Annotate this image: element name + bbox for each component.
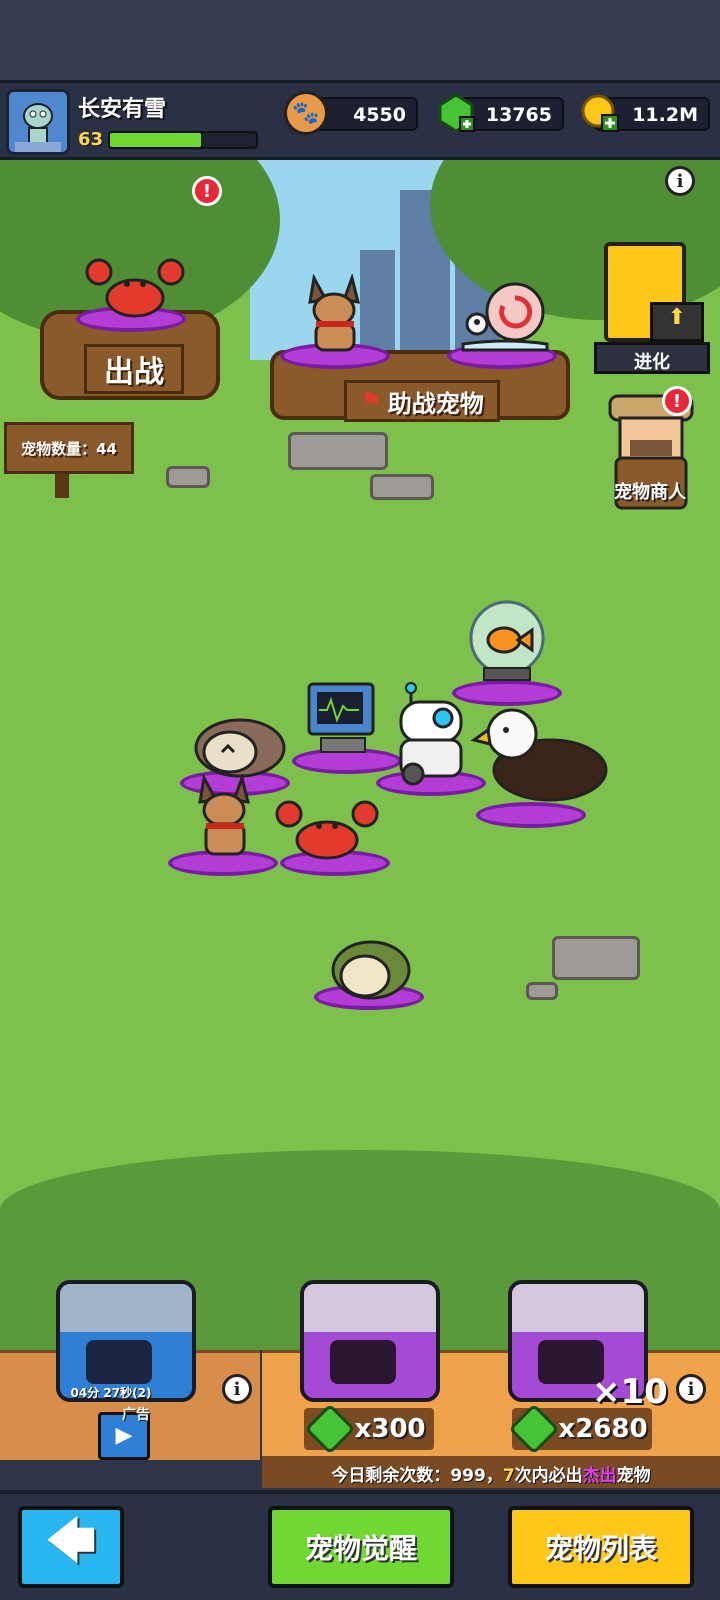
computer-pet[interactable] <box>300 680 390 756</box>
evolve-label[interactable]: 进化 <box>594 342 710 374</box>
info-icon[interactable]: i <box>665 166 695 196</box>
frog-pet[interactable] <box>322 930 418 1000</box>
daily-notice: 今日剩余次数：999，7次内必出杰出宠物 <box>262 1456 720 1488</box>
chest-face <box>86 1340 152 1384</box>
single-chest[interactable] <box>300 1280 440 1402</box>
daily-notice-prefix: 今日剩余次数：999， <box>331 1466 503 1486</box>
ten-chest-info-icon[interactable]: i <box>676 1374 706 1404</box>
player-name: 长安有雪 <box>78 97 167 122</box>
gold-plus-icon[interactable] <box>580 93 620 133</box>
merchant-alert-icon: ! <box>662 386 692 416</box>
top-bar: 长安有雪 63 4550 🐾 13765 11.2M <box>0 80 720 160</box>
back-arrow-icon: 🡄 <box>46 1512 96 1569</box>
bottom-bar: 🡄 宠物觉醒 宠物列表 <box>0 1490 720 1600</box>
merchant-label[interactable]: 宠物商人 <box>590 478 710 504</box>
pet-count-board: 宠物数量：44 <box>4 422 134 474</box>
ad-chest-info-icon[interactable]: i <box>222 1374 252 1404</box>
back-button[interactable]: 🡄 <box>18 1506 124 1588</box>
pet-yard: 出战 ! ⚑ 助战宠物 宠物数量：44 i ⬆ 进化 ! 宠物商人 <box>0 160 720 1350</box>
stone <box>288 432 388 470</box>
stone <box>166 466 210 488</box>
sign-post <box>55 474 69 498</box>
ten-chest-cost[interactable]: x2680 <box>508 1403 652 1455</box>
ad-chest-timer: 04分 27秒(2) <box>70 1386 152 1400</box>
snail-pet[interactable] <box>455 270 555 354</box>
flag-icon: ⚑ <box>360 387 382 415</box>
chest-face <box>330 1340 396 1384</box>
assist-pets-label: 助战宠物 <box>387 389 484 418</box>
stone <box>526 982 558 1000</box>
eagle-pet[interactable] <box>470 700 610 810</box>
daily-notice-suffix: 宠物 <box>616 1466 651 1486</box>
status-bar <box>0 0 720 80</box>
xp-bar <box>108 131 258 149</box>
daily-notice-highlight: 杰出 <box>582 1466 617 1486</box>
pet-list-button[interactable]: 宠物列表 <box>508 1506 694 1588</box>
daily-notice-middle: 次内必出 <box>514 1466 583 1486</box>
player-avatar[interactable] <box>6 89 70 155</box>
xp-bar-fill <box>110 133 201 147</box>
evolve-arrow-icon: ⬆ <box>650 302 704 342</box>
gem-icon <box>508 1403 560 1455</box>
battle-alert-icon: ! <box>192 176 222 206</box>
goldfish-pet[interactable] <box>462 600 552 688</box>
dog-pet[interactable] <box>285 270 385 354</box>
dog-pet[interactable] <box>180 770 270 858</box>
crab-pet[interactable] <box>272 796 382 862</box>
stone <box>552 936 640 980</box>
single-chest-cost[interactable]: x300 <box>304 1403 434 1455</box>
paw-coin-icon: 🐾 <box>284 91 328 135</box>
chest-lid <box>304 1284 436 1332</box>
assist-pets-sign[interactable]: ⚑ 助战宠物 <box>344 380 500 422</box>
squid-avatar-icon <box>9 92 67 152</box>
player-level: 63 <box>78 129 104 150</box>
crab-pet[interactable] <box>80 250 190 320</box>
robot-pet[interactable] <box>386 680 476 790</box>
ten-chest-multiplier: ×10 <box>592 1372 668 1412</box>
stone <box>370 474 434 500</box>
pet-awaken-button[interactable]: 宠物觉醒 <box>268 1506 454 1588</box>
ten-chest-cost-label: x2680 <box>558 1414 648 1444</box>
single-chest-cost-label: x300 <box>354 1414 426 1444</box>
battle-sign[interactable]: 出战 <box>84 344 184 394</box>
daily-notice-count: 7 <box>502 1466 515 1486</box>
ad-label: 广告 <box>122 1407 150 1423</box>
chest-lid <box>512 1284 644 1332</box>
gem-icon <box>305 1403 356 1455</box>
chest-lid <box>60 1284 192 1332</box>
gem-plus-icon[interactable] <box>436 93 476 133</box>
